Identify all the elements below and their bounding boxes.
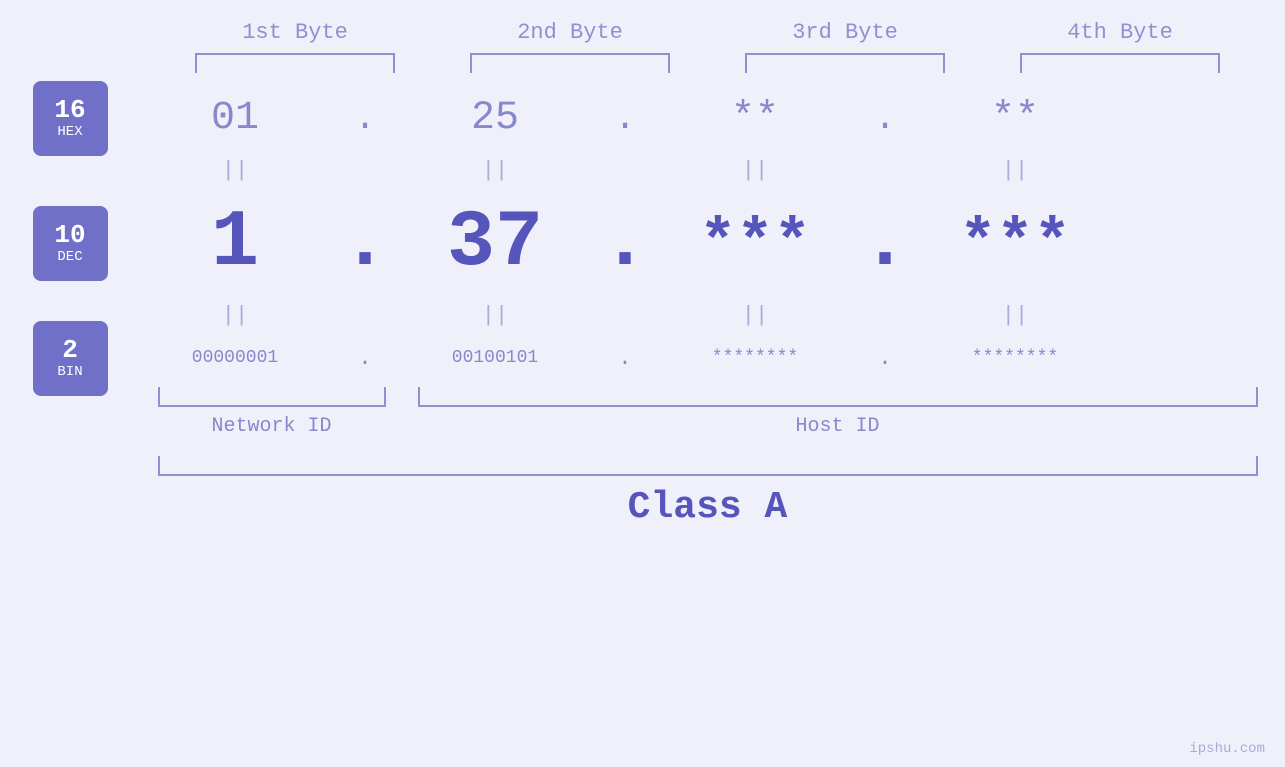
dec-cell-4: *** [905, 208, 1125, 279]
eq2-val-2: || [482, 303, 508, 328]
bin-cell-2: 00100101 [385, 348, 605, 368]
class-bracket [158, 456, 1258, 476]
eq-row-1: || || || || [125, 153, 1225, 188]
dec-cell-1: 1 [125, 198, 345, 289]
hex-val-3: ** [731, 96, 779, 141]
eq-row-2: || || || || [125, 298, 1225, 333]
bin-badge: 2 BIN [33, 321, 108, 396]
eq2-val-1: || [222, 303, 248, 328]
watermark: ipshu.com [1189, 741, 1265, 757]
bin-val-3: ******** [712, 348, 798, 368]
eq1-val-2: || [482, 158, 508, 183]
eq1-val-4: || [1002, 158, 1028, 183]
dec-val-2: 37 [447, 198, 543, 289]
eq1-cell-3: || [645, 158, 865, 183]
byte-headers-row: 1st Byte 2nd Byte 3rd Byte 4th Byte [158, 20, 1258, 45]
dec-badge-number: 10 [54, 221, 85, 250]
bin-sep-3: . [865, 346, 905, 371]
hex-cell-3: ** [645, 96, 865, 141]
eq1-cell-1: || [125, 158, 345, 183]
network-id-label-cell: Network ID [158, 415, 386, 438]
host-bracket [418, 387, 1258, 407]
bin-sep-2: . [605, 346, 645, 371]
dec-badge-label: DEC [57, 249, 82, 265]
top-bracket-1 [195, 53, 395, 73]
eq1-cell-2: || [385, 158, 605, 183]
eq2-val-3: || [742, 303, 768, 328]
class-label-cell: Class A [158, 486, 1258, 529]
top-bracket-3 [745, 53, 945, 73]
top-bracket-4 [1020, 53, 1220, 73]
bin-val-4: ******** [972, 348, 1058, 368]
top-brackets-row [158, 53, 1258, 73]
hex-sep-1: . [345, 98, 385, 139]
badges-column: 16 HEX 10 DEC 2 BIN [30, 83, 110, 383]
hex-cell-2: 25 [385, 96, 605, 141]
eq-spacer-1 [30, 153, 110, 188]
byte1-header: 1st Byte [185, 20, 405, 45]
top-bracket-2 [470, 53, 670, 73]
bin-cell-4: ******** [905, 348, 1125, 368]
eq1-cell-4: || [905, 158, 1125, 183]
bin-cell-3: ******** [645, 348, 865, 368]
dec-val-1: 1 [211, 198, 259, 289]
dec-cell-2: 37 [385, 198, 605, 289]
hex-sep-3: . [865, 98, 905, 139]
badge-hex-spacer: 16 HEX [30, 83, 110, 153]
middle-section: 16 HEX 10 DEC 2 BIN [0, 83, 1285, 383]
bottom-brackets [158, 387, 1258, 407]
eq2-cell-2: || [385, 303, 605, 328]
hex-data-row: 01 . 25 . ** . ** [125, 83, 1225, 153]
hex-val-2: 25 [471, 96, 519, 141]
eq2-val-4: || [1002, 303, 1028, 328]
bin-badge-number: 2 [62, 336, 78, 365]
byte2-header: 2nd Byte [460, 20, 680, 45]
hex-badge-number: 16 [54, 96, 85, 125]
badge-bin-spacer: 2 BIN [30, 333, 110, 383]
eq2-cell-4: || [905, 303, 1125, 328]
dec-badge: 10 DEC [33, 206, 108, 281]
badge-dec-spacer: 10 DEC [30, 188, 110, 298]
eq1-val-3: || [742, 158, 768, 183]
host-id-label: Host ID [795, 415, 879, 438]
bin-sep-1: . [345, 346, 385, 371]
byte4-header: 4th Byte [1010, 20, 1230, 45]
hex-val-1: 01 [211, 96, 259, 141]
data-rows: 01 . 25 . ** . ** [125, 83, 1225, 383]
hex-cell-1: 01 [125, 96, 345, 141]
dec-sep-2: . [605, 198, 645, 289]
eq1-val-1: || [222, 158, 248, 183]
eq2-cell-1: || [125, 303, 345, 328]
hex-badge: 16 HEX [33, 81, 108, 156]
network-bracket [158, 387, 386, 407]
bottom-section: Network ID Host ID Class A [158, 383, 1258, 529]
class-label: Class A [628, 486, 788, 529]
bin-data-row: 00000001 . 00100101 . ******** . [125, 333, 1225, 383]
host-id-label-cell: Host ID [418, 415, 1258, 438]
network-host-labels: Network ID Host ID [158, 415, 1258, 438]
dec-sep-3: . [865, 198, 905, 289]
hex-cell-4: ** [905, 96, 1125, 141]
dec-data-row: 1 . 37 . *** . *** [125, 188, 1225, 298]
dec-val-3: *** [699, 208, 811, 279]
byte3-header: 3rd Byte [735, 20, 955, 45]
dec-sep-1: . [345, 198, 385, 289]
hex-val-4: ** [991, 96, 1039, 141]
network-id-label: Network ID [211, 415, 331, 438]
main-container: 1st Byte 2nd Byte 3rd Byte 4th Byte 16 H… [0, 0, 1285, 767]
bin-badge-label: BIN [57, 364, 82, 380]
bin-cell-1: 00000001 [125, 348, 345, 368]
dec-cell-3: *** [645, 208, 865, 279]
hex-sep-2: . [605, 98, 645, 139]
dec-val-4: *** [959, 208, 1071, 279]
bin-val-2: 00100101 [452, 348, 538, 368]
eq2-cell-3: || [645, 303, 865, 328]
bin-val-1: 00000001 [192, 348, 278, 368]
hex-badge-label: HEX [57, 124, 82, 140]
